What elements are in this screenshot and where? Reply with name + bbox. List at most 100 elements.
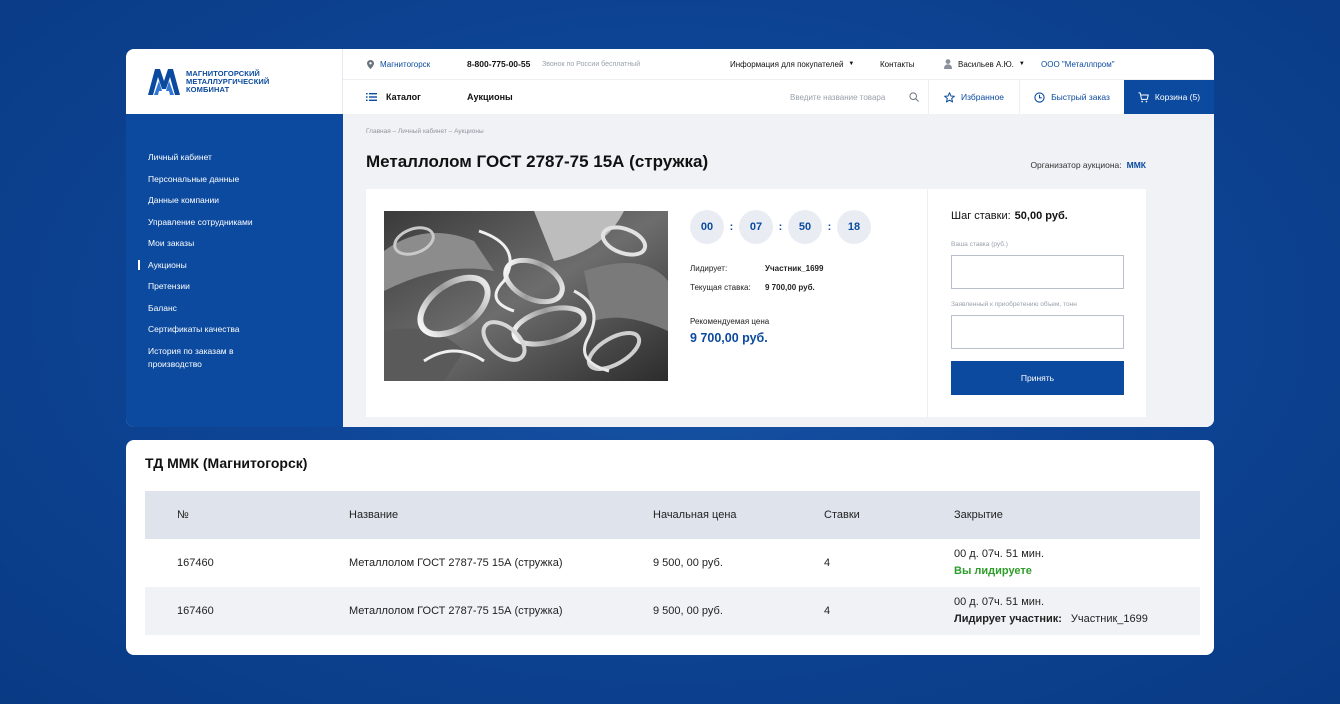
row-leader-label: Лидирует участник: bbox=[954, 613, 1062, 625]
timer-hours: 07 bbox=[739, 210, 773, 244]
buyers-info-label: Информация для покупателей bbox=[730, 59, 844, 69]
header-closing: Закрытие bbox=[954, 509, 1003, 521]
row-name[interactable]: Металлолом ГОСТ 2787-75 15А (стружка) bbox=[349, 557, 563, 569]
auction-organizer: Организатор аукциона: ММК bbox=[1030, 160, 1146, 170]
table-row[interactable]: 167460 Металлолом ГОСТ 2787-75 15А (стру… bbox=[145, 539, 1200, 587]
bid-step-label: Шаг ставки: bbox=[951, 210, 1011, 222]
auctions-table-card: ТД ММК (Магнитогорск) № Название Начальн… bbox=[126, 440, 1214, 655]
auctions-table: № Название Начальная цена Ставки Закрыти… bbox=[145, 491, 1200, 635]
sidebar-item-auctions[interactable]: Аукционы bbox=[126, 256, 343, 278]
favorites-label: Избранное bbox=[960, 92, 1005, 102]
top-bar: Магнитогорск 8-800-775-00-55 Звонок по Р… bbox=[343, 49, 1214, 80]
phone-link[interactable]: 8-800-775-00-55 bbox=[467, 59, 530, 69]
sidebar-item-certificates[interactable]: Сертификаты качества bbox=[126, 320, 343, 342]
row-close-time: 00 д. 07ч. 51 мин. bbox=[954, 596, 1045, 608]
accept-button[interactable]: Принять bbox=[951, 361, 1124, 395]
search-placeholder: Введите название товара bbox=[790, 92, 886, 102]
cart-icon bbox=[1138, 91, 1149, 102]
row-leader: Лидирует участник: Участник_1699 bbox=[954, 611, 1148, 628]
timer-separator: : bbox=[729, 221, 734, 233]
row-closing: 00 д. 07ч. 51 мин. Лидирует участник: Уча… bbox=[954, 594, 1148, 628]
countdown-timer: 00 : 07 : 50 : 18 bbox=[690, 210, 871, 244]
header-bids: Ставки bbox=[824, 509, 860, 521]
row-name[interactable]: Металлолом ГОСТ 2787-75 15А (стружка) bbox=[349, 605, 563, 617]
scrap-metal-photo bbox=[384, 211, 668, 381]
hamburger-menu-icon bbox=[366, 93, 377, 101]
catalog-button[interactable]: Каталог bbox=[366, 92, 421, 102]
organizer-value[interactable]: ММК bbox=[1127, 160, 1146, 170]
table-header: № Название Начальная цена Ставки Закрыти… bbox=[145, 491, 1200, 539]
sidebar-item-employees[interactable]: Управление сотрудниками bbox=[126, 213, 343, 235]
table-row[interactable]: 167460 Металлолом ГОСТ 2787-75 15А (стру… bbox=[145, 587, 1200, 635]
catalog-label: Каталог bbox=[386, 92, 421, 102]
recommended-price-value: 9 700,00 руб. bbox=[690, 331, 768, 345]
sidebar-item-cabinet[interactable]: Личный кабинет bbox=[126, 148, 343, 170]
volume-input[interactable] bbox=[951, 315, 1124, 349]
caret-down-icon: ▼ bbox=[1018, 61, 1025, 67]
row-start-price: 9 500, 00 руб. bbox=[653, 605, 723, 617]
bid-form: Шаг ставки: 50,00 руб. Ваша ставка (руб.)… bbox=[927, 189, 1146, 417]
row-start-price: 9 500, 00 руб. bbox=[653, 557, 723, 569]
user-name: Васильев А.Ю. bbox=[958, 59, 1014, 69]
lot-panel: 00 : 07 : 50 : 18 Лидирует: Участник_169… bbox=[366, 189, 1146, 417]
phone-note: Звонок по России бесплатный bbox=[542, 60, 641, 68]
breadcrumb[interactable]: Главная – Личный кабинет – Аукционы bbox=[366, 128, 484, 135]
logo-line-3: КОМБИНАТ bbox=[186, 84, 230, 94]
sidebar-item-company-data[interactable]: Данные компании bbox=[126, 191, 343, 213]
sidebar-item-claims[interactable]: Претензии bbox=[126, 277, 343, 299]
table-title: ТД ММК (Магнитогорск) bbox=[145, 455, 308, 471]
your-bid-label: Ваша ставка (руб.) bbox=[951, 241, 1008, 248]
sidebar-item-balance[interactable]: Баланс bbox=[126, 299, 343, 321]
sidebar: Личный кабинет Персональные данные Данны… bbox=[126, 114, 343, 427]
recommended-price-label: Рекомендуемая цена bbox=[690, 317, 770, 326]
scrap-shavings-image bbox=[384, 211, 668, 381]
clock-icon bbox=[1034, 91, 1045, 103]
search-input[interactable]: Введите название товара bbox=[790, 92, 919, 102]
quick-order-label: Быстрый заказ bbox=[1051, 92, 1110, 102]
row-close-time: 00 д. 07ч. 51 мин. bbox=[954, 548, 1045, 560]
main-content: Главная – Личный кабинет – Аукционы Мета… bbox=[343, 114, 1214, 427]
company-link[interactable]: ООО "Металлпром" bbox=[1041, 60, 1115, 69]
timer-separator: : bbox=[778, 221, 783, 233]
current-bid-value: 9 700,00 руб. bbox=[765, 283, 815, 292]
current-bid-label: Текущая ставка: bbox=[690, 283, 751, 292]
row-closing: 00 д. 07ч. 51 мин. Вы лидируете bbox=[954, 546, 1044, 580]
row-bids: 4 bbox=[824, 557, 831, 569]
city-label: Магнитогорск bbox=[380, 59, 431, 69]
sidebar-item-my-orders[interactable]: Мои заказы bbox=[126, 234, 343, 256]
contacts-link[interactable]: Контакты bbox=[880, 60, 915, 69]
your-bid-input[interactable] bbox=[951, 255, 1124, 289]
quick-order-button[interactable]: Быстрый заказ bbox=[1019, 80, 1124, 114]
favorites-button[interactable]: Избранное bbox=[928, 80, 1019, 114]
mmk-logo-icon bbox=[148, 68, 180, 95]
sidebar-item-personal-data[interactable]: Персональные данные bbox=[126, 170, 343, 192]
logo-text: МАГНИТОГОРСКИЙ МЕТАЛЛУРГИЧЕСКИЙ КОМБИНАТ bbox=[186, 69, 269, 94]
user-menu[interactable]: Васильев А.Ю. ▼ bbox=[944, 59, 1025, 69]
header-start-price: Начальная цена bbox=[653, 509, 737, 521]
user-icon bbox=[944, 59, 952, 69]
sidebar-item-production-history[interactable]: История по заказам в производство bbox=[126, 342, 266, 371]
current-bid-info: Текущая ставка: 9 700,00 руб. bbox=[690, 283, 815, 292]
nav-bar: Каталог Аукционы Введите название товара… bbox=[343, 80, 1214, 114]
timer-separator: : bbox=[827, 221, 832, 233]
timer-minutes: 50 bbox=[788, 210, 822, 244]
auctions-link[interactable]: Аукционы bbox=[467, 92, 513, 102]
row-bids: 4 bbox=[824, 605, 831, 617]
leader-label: Лидирует: bbox=[690, 264, 728, 273]
bid-step: Шаг ставки: 50,00 руб. bbox=[951, 210, 1068, 222]
timer-seconds: 18 bbox=[837, 210, 871, 244]
page-title: Металлолом ГОСТ 2787-75 15А (стружка) bbox=[366, 152, 709, 171]
logo[interactable]: МАГНИТОГОРСКИЙ МЕТАЛЛУРГИЧЕСКИЙ КОМБИНАТ bbox=[126, 49, 343, 114]
row-number: 167460 bbox=[177, 605, 214, 617]
search-icon[interactable] bbox=[909, 92, 919, 102]
star-icon bbox=[944, 91, 955, 102]
cart-button[interactable]: Корзина (5) bbox=[1124, 80, 1214, 114]
buyers-info-dropdown[interactable]: Информация для покупателей ▼ bbox=[730, 60, 854, 69]
location-pin-icon bbox=[367, 59, 374, 69]
city-selector[interactable]: Магнитогорск bbox=[367, 59, 431, 69]
cart-label: Корзина (5) bbox=[1154, 92, 1201, 102]
header-number: № bbox=[177, 509, 189, 521]
timer-days: 00 bbox=[690, 210, 724, 244]
organizer-label: Организатор аукциона: bbox=[1030, 160, 1122, 170]
leader-value: Участник_1699 bbox=[765, 264, 824, 273]
